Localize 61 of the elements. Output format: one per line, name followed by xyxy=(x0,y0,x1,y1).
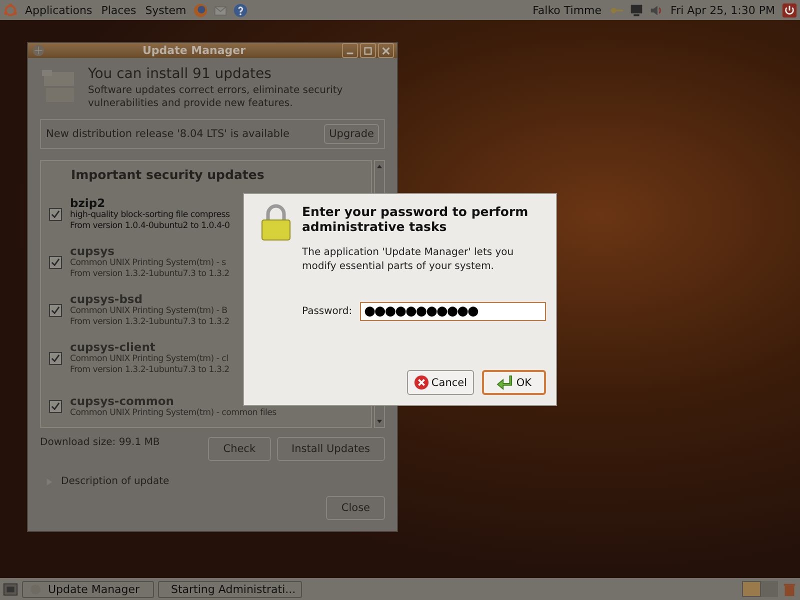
workspace-switcher[interactable] xyxy=(742,581,778,597)
window-title: Update Manager xyxy=(141,44,247,57)
package-version: From version 1.3.2-1ubuntu7.3 to 1.3.2 xyxy=(70,317,230,328)
close-icon xyxy=(382,46,390,54)
scroll-down-icon[interactable] xyxy=(376,419,383,424)
clock[interactable]: Fri Apr 25, 1:30 PM xyxy=(668,4,777,16)
package-description: high-quality block-sorting file compress xyxy=(70,210,230,221)
check-button[interactable]: Check xyxy=(208,437,271,461)
updates-description: Software updates correct errors, eliminate security vulnerabilities and provide new features. xyxy=(88,84,344,110)
dialog-heading: Enter your password to perform administrative tasks xyxy=(302,204,530,234)
package-version: From version 1.3.2-1ubuntu7.3 to 1.3.2 xyxy=(70,365,230,376)
close-window-button[interactable]: Close xyxy=(326,496,385,520)
maximize-icon xyxy=(364,46,372,54)
return-arrow-icon xyxy=(496,375,514,390)
taskbar-button[interactable]: Starting Administrati... xyxy=(158,580,302,598)
user-name[interactable]: Falko Timme xyxy=(530,4,604,16)
upgrade-button[interactable]: Upgrade xyxy=(324,124,379,144)
app-icon xyxy=(29,582,42,596)
release-notice: New distribution release '8.04 LTS' is available xyxy=(46,128,290,140)
cancel-icon xyxy=(414,375,430,390)
package-description: Common UNIX Printing System(tm) - s xyxy=(70,258,227,269)
monitor-icon[interactable] xyxy=(628,2,644,18)
package-version: From version 1.3.2-1ubuntu7.3 to 1.3.2 xyxy=(70,269,230,280)
package-name: cupsys-common xyxy=(70,394,175,408)
package-name: cupsys-client xyxy=(70,340,156,354)
checkbox[interactable] xyxy=(49,352,62,364)
padlock-icon xyxy=(260,204,292,242)
checkbox[interactable] xyxy=(49,256,62,268)
list-heading: Important security updates xyxy=(70,167,266,182)
checkbox[interactable] xyxy=(49,400,62,412)
install-updates-button[interactable]: Install Updates xyxy=(276,437,385,461)
cancel-button[interactable]: Cancel xyxy=(407,370,474,395)
menu-item[interactable]: Places xyxy=(99,4,138,16)
taskbar-button[interactable]: Update Manager xyxy=(22,580,154,598)
password-label: Password: xyxy=(302,304,352,318)
menu-item[interactable]: Applications xyxy=(23,4,94,16)
minimize-button[interactable] xyxy=(342,43,358,58)
package-name: bzip2 xyxy=(70,196,106,210)
power-icon[interactable] xyxy=(782,2,797,18)
package-version: From version 1.0.4-0ubuntu2 to 1.0.4-0 xyxy=(70,221,230,232)
scroll-up-icon[interactable] xyxy=(376,164,383,169)
updates-heading: You can install 91 updates xyxy=(88,66,272,82)
package-name: cupsys-bsd xyxy=(70,292,144,306)
package-description: Common UNIX Printing System(tm) - common files xyxy=(70,408,276,418)
help-icon[interactable] xyxy=(233,2,248,18)
globe-icon[interactable] xyxy=(193,2,208,18)
download-size: Download size: 99.1 MB xyxy=(40,437,160,450)
package-description: Common UNIX Printing System(tm) - B xyxy=(70,306,228,317)
maximize-button[interactable] xyxy=(360,43,376,58)
window-menu-icon[interactable] xyxy=(31,43,46,58)
package-description: Common UNIX Printing System(tm) - cl xyxy=(70,354,230,365)
show-desktop-icon[interactable] xyxy=(3,582,18,596)
dialog-message: The application 'Update Manager' lets you modify essential parts of your system. xyxy=(302,246,515,274)
menu-item[interactable]: System xyxy=(143,4,188,16)
checkbox[interactable] xyxy=(49,304,62,316)
ok-button[interactable]: OK xyxy=(482,370,546,395)
close-button[interactable] xyxy=(378,43,394,58)
checkbox[interactable] xyxy=(49,208,62,220)
package-name: cupsys xyxy=(70,244,116,258)
password-field[interactable]: ●●●●●●●●●●● xyxy=(360,302,546,321)
expander-label[interactable]: Description of update xyxy=(61,476,170,487)
